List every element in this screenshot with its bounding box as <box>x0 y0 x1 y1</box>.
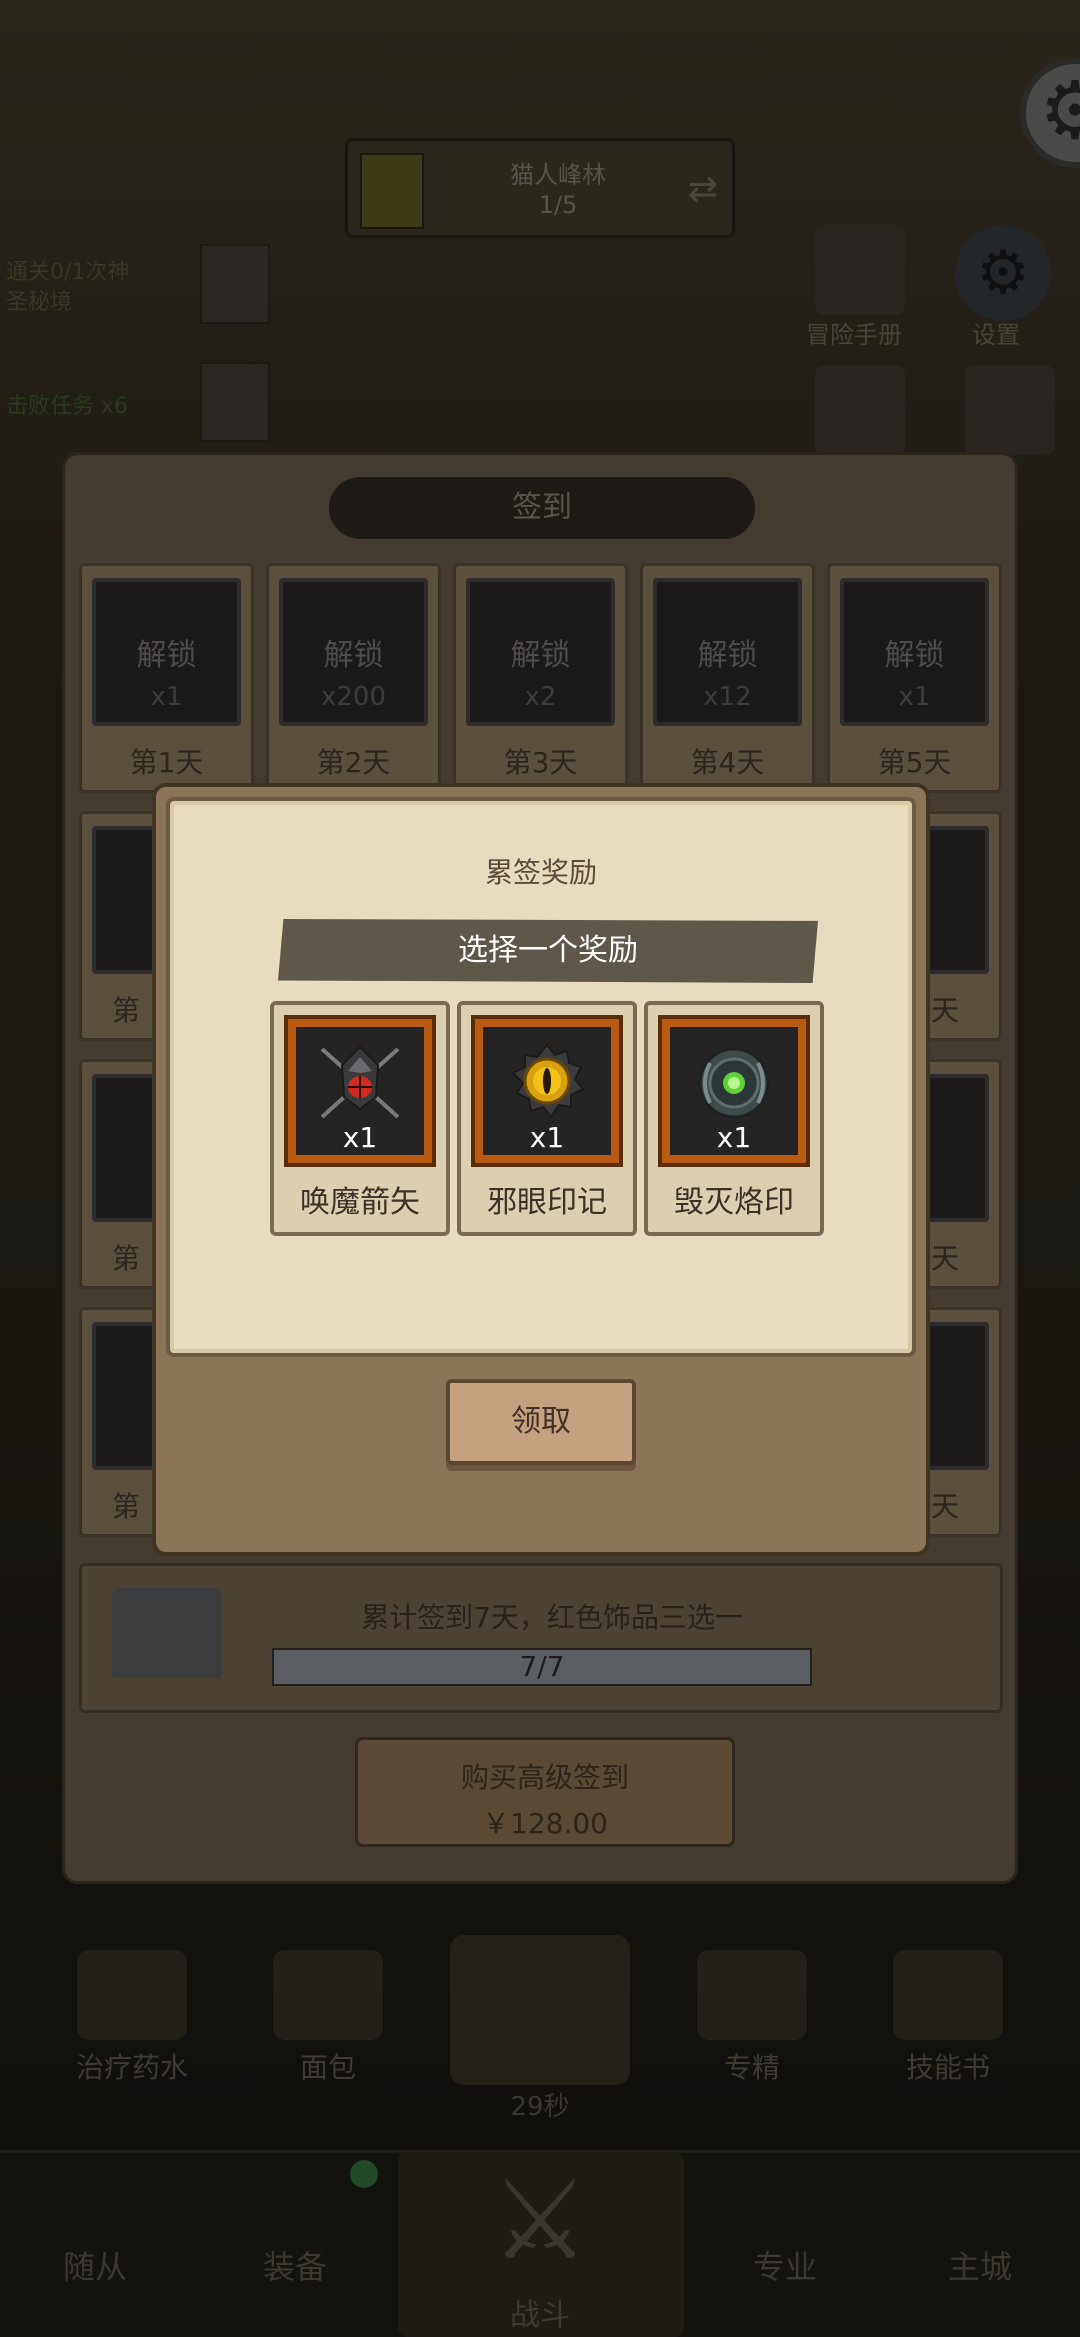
day-count: x12 <box>703 682 752 712</box>
notification-dot <box>350 2160 378 2188</box>
reward-option-2[interactable]: x1 邪眼印记 <box>457 1001 637 1236</box>
destruction-brand-icon <box>698 1047 770 1119</box>
reward-name: 唤魔箭矢 <box>300 1185 420 1220</box>
unlock-label: 解锁 <box>136 638 197 673</box>
claim-button[interactable]: 领取 <box>446 1379 636 1465</box>
day-count: x1 <box>898 682 931 712</box>
reward-name: 邪眼印记 <box>487 1185 607 1220</box>
cumulative-progress-bar: 7/7 <box>272 1648 812 1686</box>
stage-name: 猫人峰林 <box>510 161 606 189</box>
stage-thumbnail <box>360 153 424 229</box>
quest-slot[interactable] <box>200 244 270 324</box>
item-label: 治疗药水 <box>75 2051 188 2084</box>
modal-title: 累签奖励 <box>484 856 597 889</box>
nav-city[interactable]: 主城 <box>885 2177 1075 2327</box>
settings-icon[interactable]: ⚙ <box>955 225 1051 321</box>
banner-text: 选择一个奖励 <box>458 933 638 968</box>
mail-icon[interactable] <box>965 365 1055 455</box>
day-card[interactable]: 解锁 x1 第1天 <box>79 563 254 793</box>
day-name: 第3天 <box>503 746 578 779</box>
claim-label: 领取 <box>511 1404 571 1439</box>
day-reward-icon: 解锁 x200 <box>279 578 428 726</box>
day-name: 第2天 <box>316 746 391 779</box>
reward-option-3[interactable]: x1 毁灭烙印 <box>644 1001 824 1236</box>
reward-name: 毁灭烙印 <box>674 1185 794 1220</box>
swap-icon[interactable]: ⇄ <box>688 169 718 210</box>
stage-progress: 1/5 <box>538 191 578 219</box>
handbook-icon[interactable] <box>815 225 905 315</box>
potion-icon <box>77 1950 187 2040</box>
modal-banner: 选择一个奖励 <box>278 919 818 983</box>
day-name: 第5天 <box>877 746 952 779</box>
day-card[interactable]: 解锁 x200 第2天 <box>266 563 441 793</box>
bread-icon <box>273 1950 383 2040</box>
crossed-swords-icon: ⚔ <box>490 2156 590 2284</box>
specialty-icon <box>697 1950 807 2040</box>
reward-count: x1 <box>716 1121 752 1154</box>
cumulative-reward-bar: 累计签到7天，红色饰品三选一 7/7 <box>79 1563 1003 1713</box>
day-reward-icon: 解锁 x2 <box>466 578 615 726</box>
nav-equipment[interactable]: 装备 <box>200 2177 390 2327</box>
day-reward-icon: 解锁 x1 <box>92 578 241 726</box>
settings-label: 设置 <box>972 321 1020 349</box>
quest-line-1: 通关0/1次神 <box>6 260 130 285</box>
handbook-label: 冒险手册 <box>806 321 902 349</box>
quest-line-3: 击败任务 x6 <box>6 394 129 419</box>
item-label: 面包 <box>299 2051 356 2084</box>
battle-timer: 29秒 <box>510 2092 570 2122</box>
reward-frame: x1 <box>658 1015 810 1167</box>
quest-slot[interactable] <box>200 362 270 442</box>
buy-label: 购买高级签到 <box>460 1761 629 1794</box>
item-bread[interactable]: 面包 <box>248 1910 408 2086</box>
unlock-label: 解锁 <box>323 638 384 673</box>
item-specialty[interactable]: 专精 <box>672 1910 832 2086</box>
signin-title: 签到 <box>329 477 755 539</box>
day-card[interactable]: 解锁 x12 第4天 <box>640 563 815 793</box>
reward-frame: x1 <box>284 1015 436 1167</box>
reward-count: x1 <box>529 1121 565 1154</box>
reward-modal: 累签奖励 选择一个奖励 x1 唤魔箭矢 x1 邪眼印记 x1 毁灭烙印 领取 <box>152 783 930 1556</box>
chest-icon[interactable] <box>112 1588 222 1678</box>
day-count: x2 <box>524 682 557 712</box>
day-card[interactable]: 解锁 x1 第5天 <box>827 563 1002 793</box>
skillbook-icon <box>893 1950 1003 2040</box>
item-skillbook[interactable]: 技能书 <box>868 1910 1028 2086</box>
reward-count: x1 <box>342 1121 378 1154</box>
day-name: 第4天 <box>690 746 765 779</box>
item-potion[interactable]: 治疗药水 <box>52 1910 212 2086</box>
reward-box: x1 <box>483 1027 611 1155</box>
demon-arrow-icon <box>320 1045 400 1119</box>
reward-option-1[interactable]: x1 唤魔箭矢 <box>270 1001 450 1236</box>
battle-preview <box>450 1935 630 2085</box>
stage-selector[interactable]: 猫人峰林 1/5 ⇄ <box>345 138 735 238</box>
day-count: x1 <box>150 682 183 712</box>
day-name: 第1天 <box>129 746 204 779</box>
reward-box: x1 <box>296 1027 424 1155</box>
day-reward-icon: 解锁 x12 <box>653 578 802 726</box>
evil-eye-icon <box>511 1043 585 1119</box>
item-label: 技能书 <box>905 2051 990 2084</box>
item-label: 专精 <box>723 2051 780 2084</box>
day-card[interactable]: 解锁 x2 第3天 <box>453 563 628 793</box>
cumulative-text: 累计签到7天，红色饰品三选一 <box>361 1601 743 1634</box>
day-reward-icon: 解锁 x1 <box>840 578 989 726</box>
unlock-label: 解锁 <box>697 638 758 673</box>
progress-text: 7/7 <box>519 1650 565 1683</box>
nav-specialty[interactable]: 专业 <box>690 2177 880 2327</box>
quest-line-2: 圣秘境 <box>6 290 73 315</box>
buy-price: ￥128.00 <box>482 1807 608 1840</box>
nav-battle-label: 战斗 <box>510 2298 570 2333</box>
day-count: x200 <box>320 682 386 712</box>
modal-parchment: 累签奖励 选择一个奖励 x1 唤魔箭矢 x1 邪眼印记 x1 毁灭烙印 <box>166 797 916 1357</box>
reward-frame: x1 <box>471 1015 623 1167</box>
event-icon[interactable] <box>815 365 905 455</box>
reward-box: x1 <box>670 1027 798 1155</box>
nav-follower[interactable]: 随从 <box>0 2177 190 2327</box>
unlock-label: 解锁 <box>510 638 571 673</box>
buy-premium-signin-button[interactable]: 购买高级签到 ￥128.00 <box>355 1737 735 1847</box>
unlock-label: 解锁 <box>884 638 945 673</box>
